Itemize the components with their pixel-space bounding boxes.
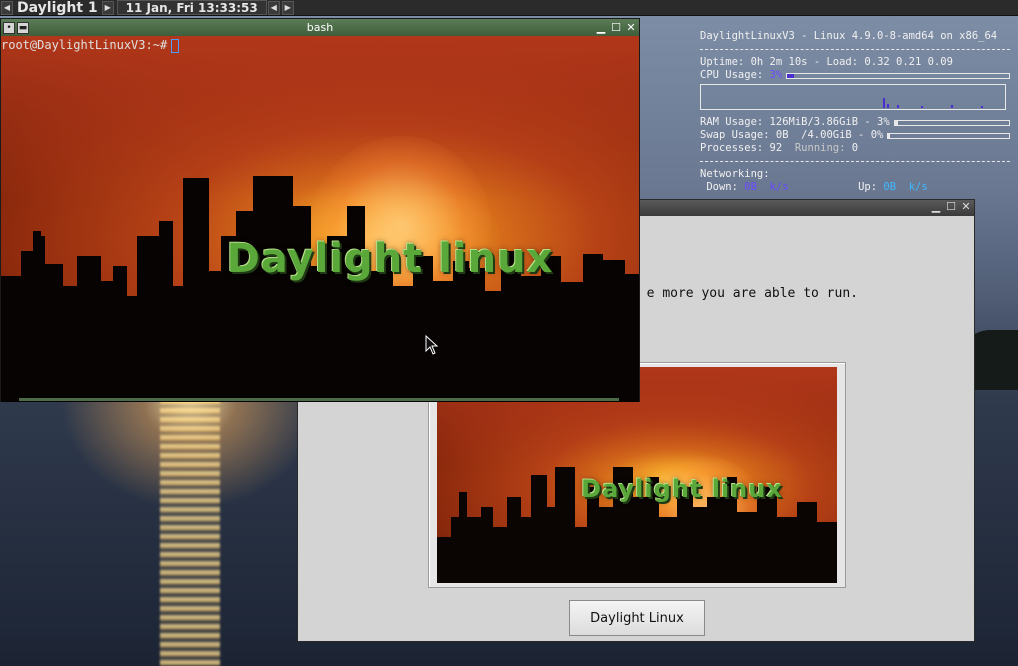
down-unit: k/s [769,181,789,193]
swap-usage-row: Swap Usage: 0B /4.00GiB - 0% [700,129,1010,142]
load-label: - Load: [813,56,859,68]
minimize-icon[interactable]: ▁ [930,201,942,213]
terminal-prompt[interactable]: root@DaylightLinuxV3:~# [1,38,180,53]
swap-bar [887,132,1010,139]
window-title: bash [306,21,334,34]
down-value: 0B [744,181,757,193]
mouse-pointer-icon [425,335,439,355]
divider [700,149,1010,162]
top-panel: ◀ Daylight 1 ▶ 11 Jan, Fri 13:33:53 ◀ ▶ [0,0,1018,16]
cpu-label: CPU Usage: [700,69,764,81]
conky-system-monitor: DaylightLinuxV3 - Linux 4.9.0-8-amd64 on… [700,30,1010,194]
maximize-icon[interactable]: ☐ [610,21,622,34]
desktop-name[interactable]: Daylight 1 [14,0,101,16]
splash-logo-text: Daylight linux [581,475,783,503]
ram-usage-row: RAM Usage: 126MiB/3.86GiB - 3% [700,116,1010,129]
uptime-line: Uptime: 0h 2m 10s - Load: 0.32 0.21 0.09 [700,56,1010,69]
splash-logo-text: Daylight linux [226,236,554,282]
maximize-icon[interactable]: ☐ [945,201,957,213]
divider [700,37,1010,50]
cpu-usage-row: CPU Usage: 3% [700,69,1010,82]
wallpaper-water-reflection [160,400,220,666]
down-label: Down: [706,181,738,193]
network-rates-line: Down: 0B k/s Up: 0B k/s [700,181,1010,194]
up-label: Up: [858,181,878,193]
close-icon[interactable]: ✕ [625,21,637,34]
terminal-scrollbar[interactable] [19,398,619,401]
arrow-right-icon[interactable]: ▶ [101,0,114,15]
ram-bar [893,119,1010,126]
terminal-body[interactable]: Daylight linux root@DaylightLinuxV3:~# [1,36,639,402]
close-icon[interactable]: ✕ [960,201,972,213]
cpu-graph [700,84,1006,110]
daylight-linux-button[interactable]: Daylight Linux [569,600,705,636]
networking-label: Networking: [700,168,770,180]
load-value: 0.32 0.21 0.09 [864,56,953,68]
text-cursor [171,38,180,53]
swap-label: Swap Usage: [700,129,770,141]
minimize-icon[interactable]: ▁ [595,21,607,34]
ram-label: RAM Usage: [700,116,764,128]
clock: 11 Jan, Fri 13:33:53 [116,0,267,15]
arrow-right-icon[interactable]: ▶ [281,0,294,15]
up-value: 0B [883,181,897,193]
cpu-value: 3% [769,69,783,81]
terminal-background-image: Daylight linux [1,36,639,402]
swap-value: 0B /4.00GiB - 0% [775,129,884,141]
uptime-value: 0h 2m 10s [750,56,808,68]
ram-value: 126MiB/3.86GiB - 3% [769,116,890,128]
terminal-window: • ▬ bash ▁ ☐ ✕ Daylight linux root@Dayli… [0,18,640,402]
city-skyline [1,176,639,402]
prompt-text: root@DaylightLinuxV3:~# [1,38,168,52]
cpu-bar [786,72,1010,79]
arrow-left-icon[interactable]: ◀ [267,0,280,15]
uptime-label: Uptime: [700,56,745,68]
arrow-left-icon[interactable]: ◀ [1,0,13,15]
up-unit: k/s [908,181,928,193]
terminal-titlebar[interactable]: • ▬ bash ▁ ☐ ✕ [1,19,639,36]
